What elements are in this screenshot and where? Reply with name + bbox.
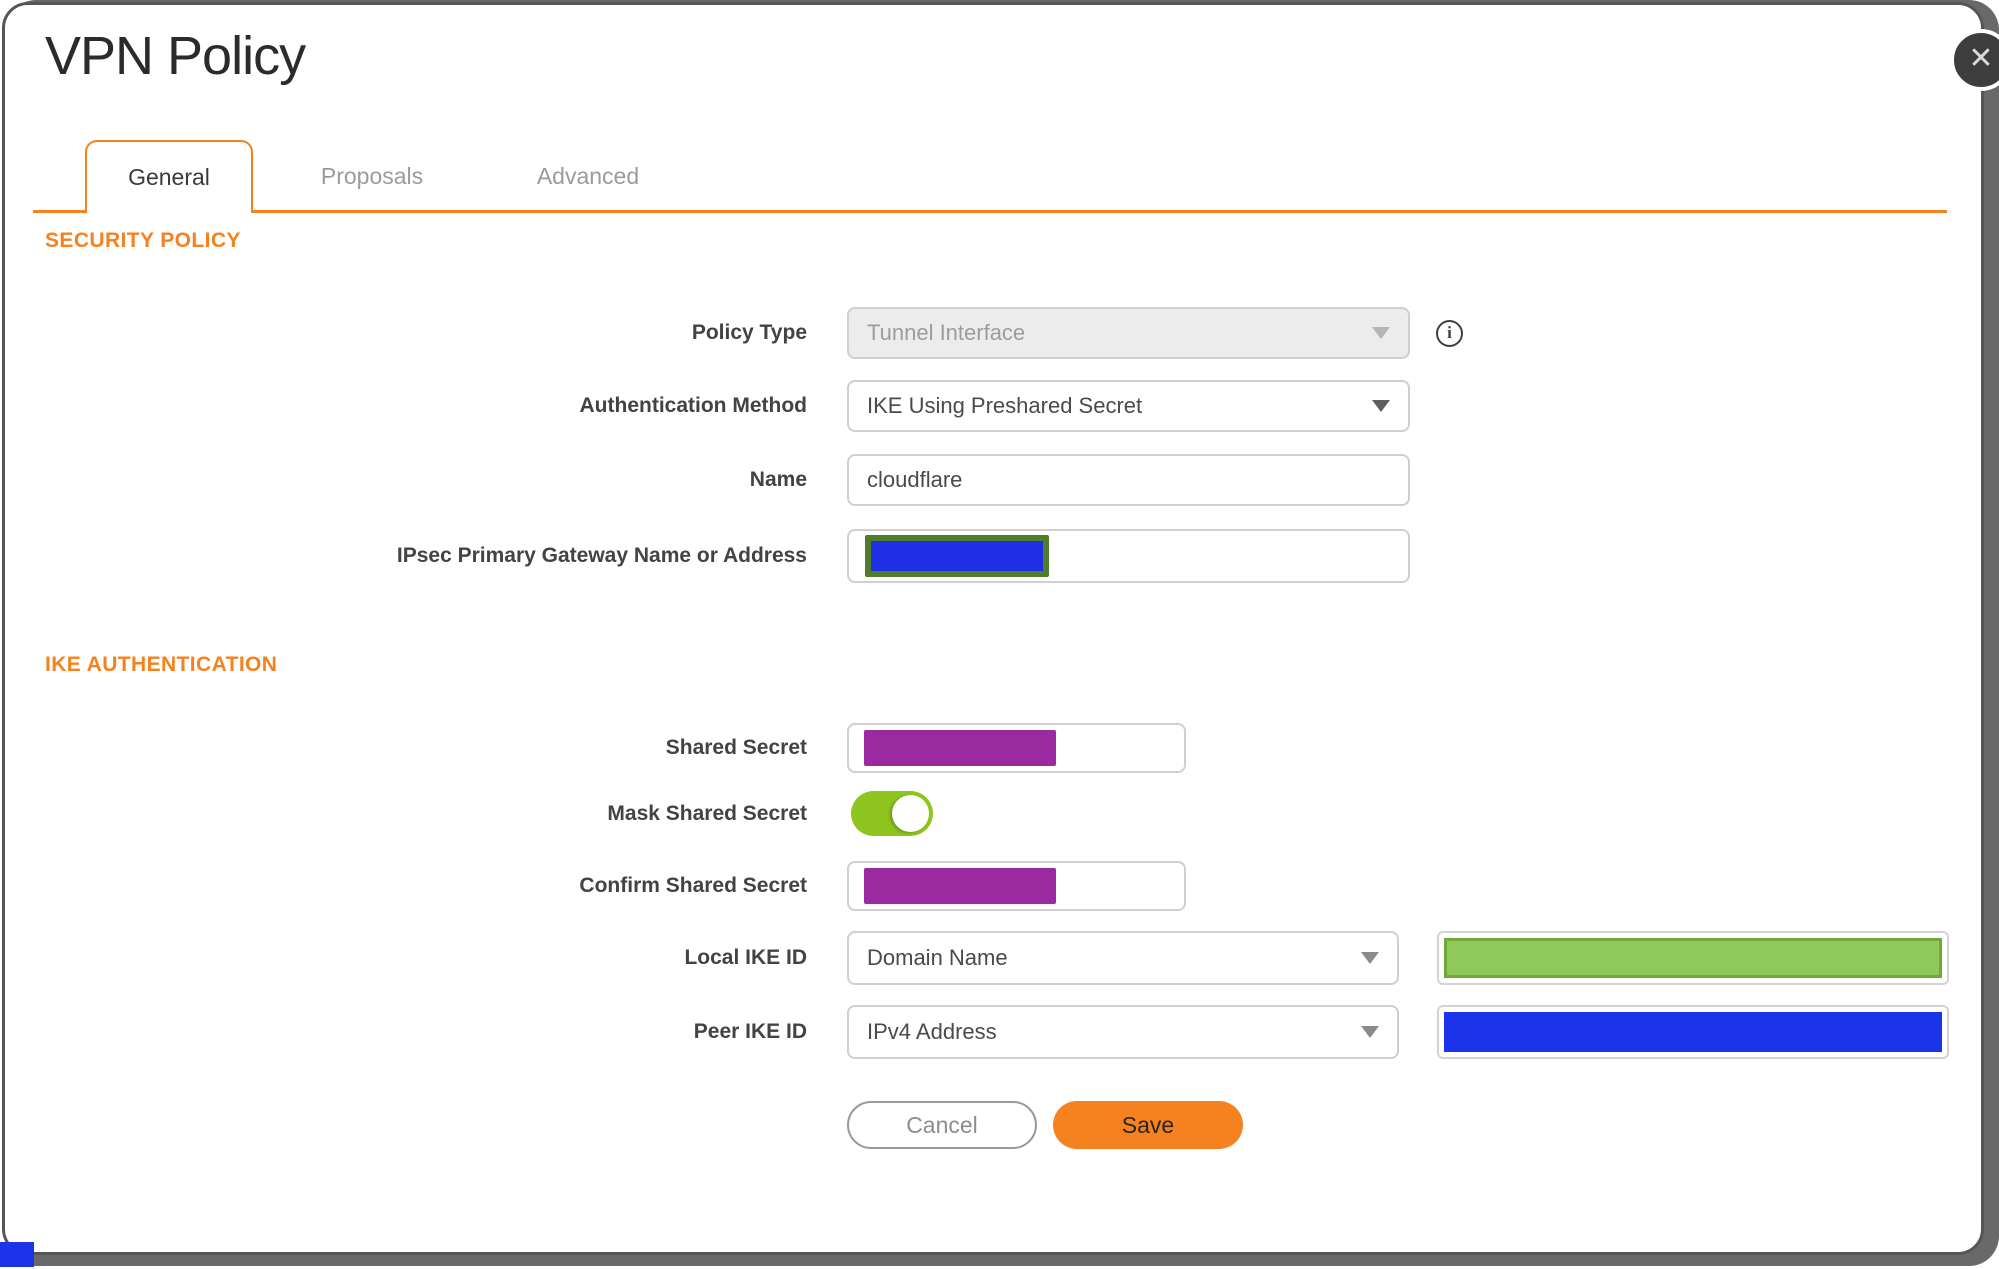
row-gateway: IPsec Primary Gateway Name or Address (45, 529, 1410, 583)
gateway-redaction-box (865, 535, 1049, 577)
shared-secret-input[interactable] (847, 723, 1186, 773)
peer-ike-id-label: Peer IKE ID (693, 1020, 807, 1043)
dropdown-arrow-icon (1372, 400, 1390, 412)
local-ike-id-select[interactable]: Domain Name (847, 931, 1399, 985)
section-ike-authentication: IKE AUTHENTICATION (45, 653, 278, 676)
vpn-policy-dialog: VPN Policy General Proposals Advanced SE… (2, 2, 1984, 1255)
peer-ike-id-type: IPv4 Address (867, 1019, 997, 1044)
row-name: Name cloudflare (45, 454, 1410, 506)
mask-shared-secret-label: Mask Shared Secret (607, 801, 807, 825)
name-label: Name (749, 468, 807, 491)
peer-ike-id-input[interactable] (1437, 1005, 1949, 1059)
local-ike-id-label: Local IKE ID (684, 946, 807, 969)
name-input[interactable]: cloudflare (847, 454, 1410, 506)
authentication-method-label: Authentication Method (579, 394, 807, 417)
tab-general[interactable]: General (85, 140, 253, 213)
row-peer-ike-id: Peer IKE ID IPv4 Address (45, 1005, 1949, 1059)
authentication-method-value: IKE Using Preshared Secret (867, 393, 1143, 418)
name-value: cloudflare (867, 467, 963, 492)
authentication-method-select[interactable]: IKE Using Preshared Secret (847, 380, 1410, 432)
gateway-label: IPsec Primary Gateway Name or Address (396, 544, 807, 567)
peer-ike-id-select[interactable]: IPv4 Address (847, 1005, 1399, 1059)
section-security-policy: SECURITY POLICY (45, 229, 241, 252)
policy-type-value: Tunnel Interface (867, 320, 1026, 345)
dropdown-arrow-icon (1361, 1026, 1379, 1038)
row-confirm-shared-secret: Confirm Shared Secret (45, 861, 1186, 911)
row-actions: Cancel Save (45, 1101, 1243, 1149)
toggle-knob (892, 795, 929, 832)
tab-advanced[interactable]: Advanced (518, 140, 658, 213)
mask-shared-secret-toggle[interactable] (851, 791, 933, 836)
screen: VPN Policy General Proposals Advanced SE… (0, 0, 1999, 1269)
corner-redaction-box (0, 1242, 34, 1267)
confirm-shared-secret-input[interactable] (847, 861, 1186, 911)
local-ike-id-input[interactable] (1437, 931, 1949, 985)
tab-proposals[interactable]: Proposals (302, 140, 442, 213)
policy-type-label: Policy Type (691, 321, 807, 344)
shared-secret-redaction-box (864, 730, 1056, 766)
page-title: VPN Policy (45, 26, 306, 86)
local-ike-id-type: Domain Name (867, 945, 1008, 970)
shared-secret-label: Shared Secret (665, 736, 807, 759)
confirm-shared-secret-redaction-box (864, 868, 1056, 904)
dropdown-arrow-icon (1372, 327, 1390, 339)
row-shared-secret: Shared Secret (45, 723, 1186, 773)
dropdown-arrow-icon (1361, 952, 1379, 964)
row-local-ike-id: Local IKE ID Domain Name (45, 931, 1949, 985)
row-policy-type: Policy Type Tunnel Interface i (45, 307, 1463, 359)
peer-ike-id-redaction-box (1444, 1012, 1942, 1052)
gateway-input[interactable] (847, 529, 1410, 583)
info-icon[interactable]: i (1436, 319, 1463, 347)
policy-type-select[interactable]: Tunnel Interface (847, 307, 1410, 359)
confirm-shared-secret-label: Confirm Shared Secret (579, 874, 807, 897)
cancel-button[interactable]: Cancel (847, 1101, 1037, 1149)
row-mask-shared-secret: Mask Shared Secret (45, 791, 933, 836)
local-ike-id-redaction-box (1444, 938, 1942, 978)
row-authentication-method: Authentication Method IKE Using Preshare… (45, 380, 1410, 432)
save-button[interactable]: Save (1053, 1101, 1243, 1149)
